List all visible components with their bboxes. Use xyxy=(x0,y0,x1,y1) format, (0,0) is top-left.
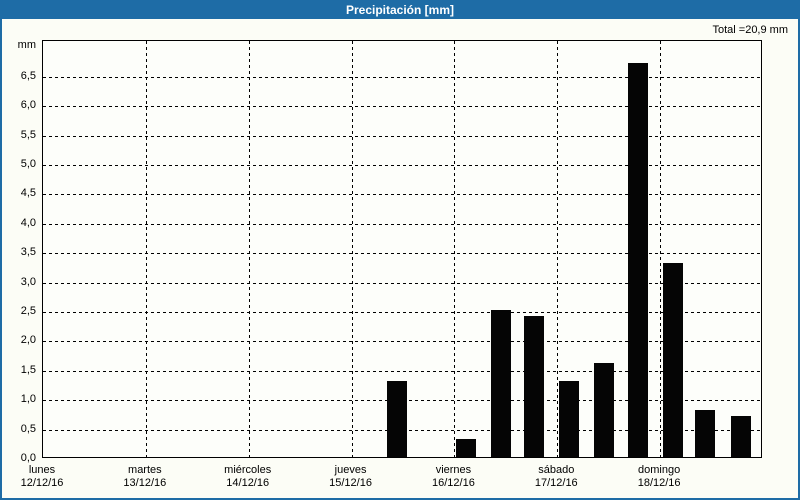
precipitation-bar xyxy=(593,362,614,457)
day-name: viernes xyxy=(435,464,472,476)
precipitation-bar xyxy=(490,310,511,457)
y-axis-tick-label: 5,5 xyxy=(20,128,36,141)
day-name: miércoles xyxy=(224,464,272,476)
day-date: 15/12/16 xyxy=(329,477,372,489)
day-name: sábado xyxy=(538,464,575,476)
x-axis-day-label: miércoles 14/12/16 xyxy=(196,464,300,490)
gridline-horizontal xyxy=(43,253,761,255)
x-axis-day-label: sábado 17/12/16 xyxy=(504,464,608,490)
y-axis-tick-label: 6,5 xyxy=(20,69,36,82)
gridline-vertical-day-boundary xyxy=(352,41,353,457)
gridline-horizontal xyxy=(43,135,761,137)
x-axis-day-label: martes 13/12/16 xyxy=(93,464,197,490)
gridline-horizontal xyxy=(43,76,761,78)
day-date: 14/12/16 xyxy=(226,477,270,489)
gridline-horizontal xyxy=(43,370,761,372)
y-axis-tick-label: 5,0 xyxy=(20,158,36,171)
window-title-bar: Precipitación [mm] xyxy=(0,0,800,19)
gridline-horizontal xyxy=(43,341,761,343)
gridline-horizontal xyxy=(43,223,761,225)
day-name: lunes xyxy=(28,464,56,476)
day-name: jueves xyxy=(334,464,367,476)
y-axis-tick-label: 1,5 xyxy=(20,363,36,376)
y-axis-tick-label: 0,5 xyxy=(20,422,36,435)
y-axis-tick-label: 3,0 xyxy=(20,275,36,288)
day-date: 12/12/16 xyxy=(20,477,64,489)
gridline-horizontal xyxy=(43,165,761,167)
day-name: domingo xyxy=(638,464,681,476)
precipitation-bar xyxy=(730,415,751,457)
gridline-horizontal xyxy=(43,312,761,314)
day-date: 17/12/16 xyxy=(534,477,578,489)
x-axis-day-label: viernes 16/12/16 xyxy=(401,464,505,490)
window-title: Precipitación [mm] xyxy=(345,2,455,17)
precipitation-bar xyxy=(627,63,648,457)
gridline-horizontal xyxy=(43,194,761,196)
precipitation-bar xyxy=(695,409,716,457)
gridline-horizontal xyxy=(43,282,761,284)
precipitation-chart-window: Precipitación [mm] Total =20,9 mm mm 0,0… xyxy=(0,0,800,500)
day-date: 13/12/16 xyxy=(123,477,167,489)
gridline-vertical-day-boundary xyxy=(146,41,147,457)
gridline-vertical-day-boundary xyxy=(454,41,455,457)
y-axis-tick-label: 2,5 xyxy=(20,305,36,318)
precipitation-bar xyxy=(663,263,683,457)
precipitation-bar xyxy=(524,315,545,457)
y-axis-tick-label: 3,5 xyxy=(20,246,36,259)
total-precipitation-label: Total =20,9 mm xyxy=(712,24,788,36)
y-axis-tick-label: 1,0 xyxy=(20,393,36,406)
day-date: 16/12/16 xyxy=(432,477,475,489)
y-axis-tick-label: 2,0 xyxy=(20,334,36,347)
y-axis-tick-label: 6,0 xyxy=(20,99,36,112)
x-axis-day-label: jueves 15/12/16 xyxy=(299,464,403,490)
gridline-horizontal xyxy=(43,106,761,108)
gridline-vertical-day-boundary xyxy=(660,41,661,457)
gridline-vertical-day-boundary xyxy=(249,41,250,457)
y-axis-tick-labels: 0,0 0,5 1,0 1,5 2,0 2,5 3,0 3,5 4,0 4,5 5,0 5,5 6,0 6… xyxy=(0,40,36,464)
x-axis-day-label: domingo 18/12/16 xyxy=(607,464,711,490)
y-axis-tick-label: 4,5 xyxy=(20,187,36,200)
precipitation-bar xyxy=(558,380,579,457)
day-name: martes xyxy=(128,464,162,476)
plot-area xyxy=(42,40,762,458)
x-axis-labels: lunes 12/12/16 martes 13/12/16 miércoles 14/1… xyxy=(21,464,762,496)
x-axis-day-label: lunes 12/12/16 xyxy=(0,464,94,490)
precipitation-bar xyxy=(387,380,408,457)
day-date: 18/12/16 xyxy=(637,477,681,489)
y-axis-tick-label: 0,0 xyxy=(20,452,36,464)
precipitation-bar xyxy=(455,439,476,457)
y-axis-tick-label: 4,0 xyxy=(20,216,36,229)
